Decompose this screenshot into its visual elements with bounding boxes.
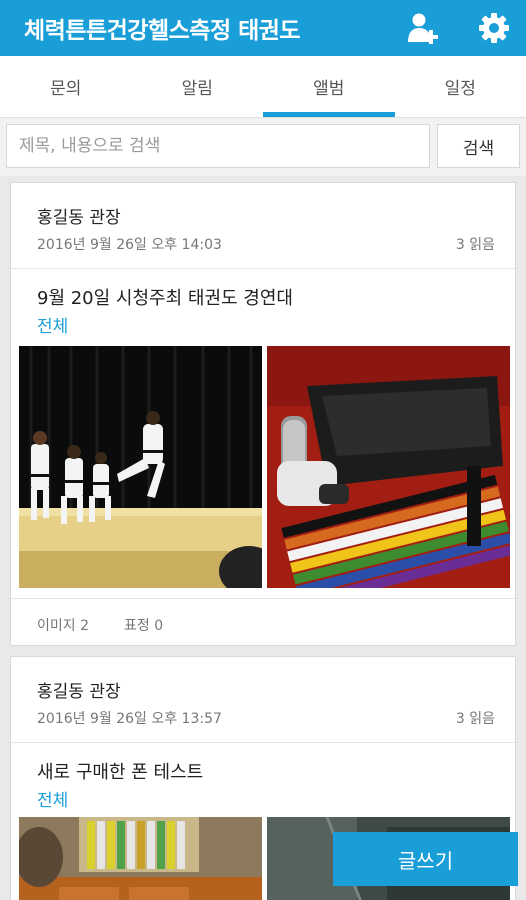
gear-icon[interactable] bbox=[474, 8, 514, 48]
post-author: 홍길동 관장 bbox=[37, 682, 121, 702]
photo-taekwondo-demonstration[interactable] bbox=[19, 346, 262, 588]
photo-taekwondo-gear[interactable] bbox=[267, 346, 510, 588]
post-title: 9월 20일 시청주최 태권도 경연대 bbox=[37, 288, 293, 309]
add-user-icon[interactable] bbox=[402, 8, 442, 48]
tab-bar: 문의 알림 앨범 일정 bbox=[0, 56, 526, 118]
app-title: 체력튼튼건강헬스측정 태권도 bbox=[24, 18, 301, 44]
post-card[interactable]: 홍길동 관장 2016년 9월 26일 오후 14:03 3 읽음 9월 20일… bbox=[10, 182, 516, 646]
post-footer: 이미지 2 표정 0 bbox=[11, 598, 515, 646]
app-bar: 체력튼튼건강헬스측정 태권도 bbox=[0, 0, 526, 56]
write-post-button[interactable]: 글쓰기 bbox=[333, 832, 518, 886]
read-count: 3 읽음 bbox=[455, 237, 495, 253]
search-input[interactable] bbox=[6, 124, 430, 168]
post-scope: 전체 bbox=[37, 317, 69, 337]
post-header: 홍길동 관장 2016년 9월 26일 오후 13:57 3 읽음 bbox=[11, 657, 515, 743]
search-button[interactable]: 검색 bbox=[437, 124, 520, 168]
tab-notice[interactable]: 알림 bbox=[132, 56, 264, 117]
tab-album[interactable]: 앨범 bbox=[263, 56, 395, 117]
tab-schedule[interactable]: 일정 bbox=[395, 56, 526, 117]
post-date: 2016년 9월 26일 오후 13:57 bbox=[37, 711, 222, 727]
post-author: 홍길동 관장 bbox=[37, 208, 121, 228]
post-scope: 전체 bbox=[37, 791, 69, 811]
emote-count: 표정 0 bbox=[124, 618, 164, 634]
post-date: 2016년 9월 26일 오후 14:03 bbox=[37, 237, 222, 253]
post-title: 새로 구매한 폰 테스트 bbox=[37, 762, 204, 783]
search-bar: 검색 bbox=[0, 118, 526, 176]
tab-inquiry[interactable]: 문의 bbox=[0, 56, 132, 117]
read-count: 3 읽음 bbox=[455, 711, 495, 727]
photo-office-shelves[interactable] bbox=[19, 817, 262, 900]
post-header: 홍길동 관장 2016년 9월 26일 오후 14:03 3 읽음 bbox=[11, 183, 515, 269]
image-count: 이미지 2 bbox=[37, 618, 89, 634]
